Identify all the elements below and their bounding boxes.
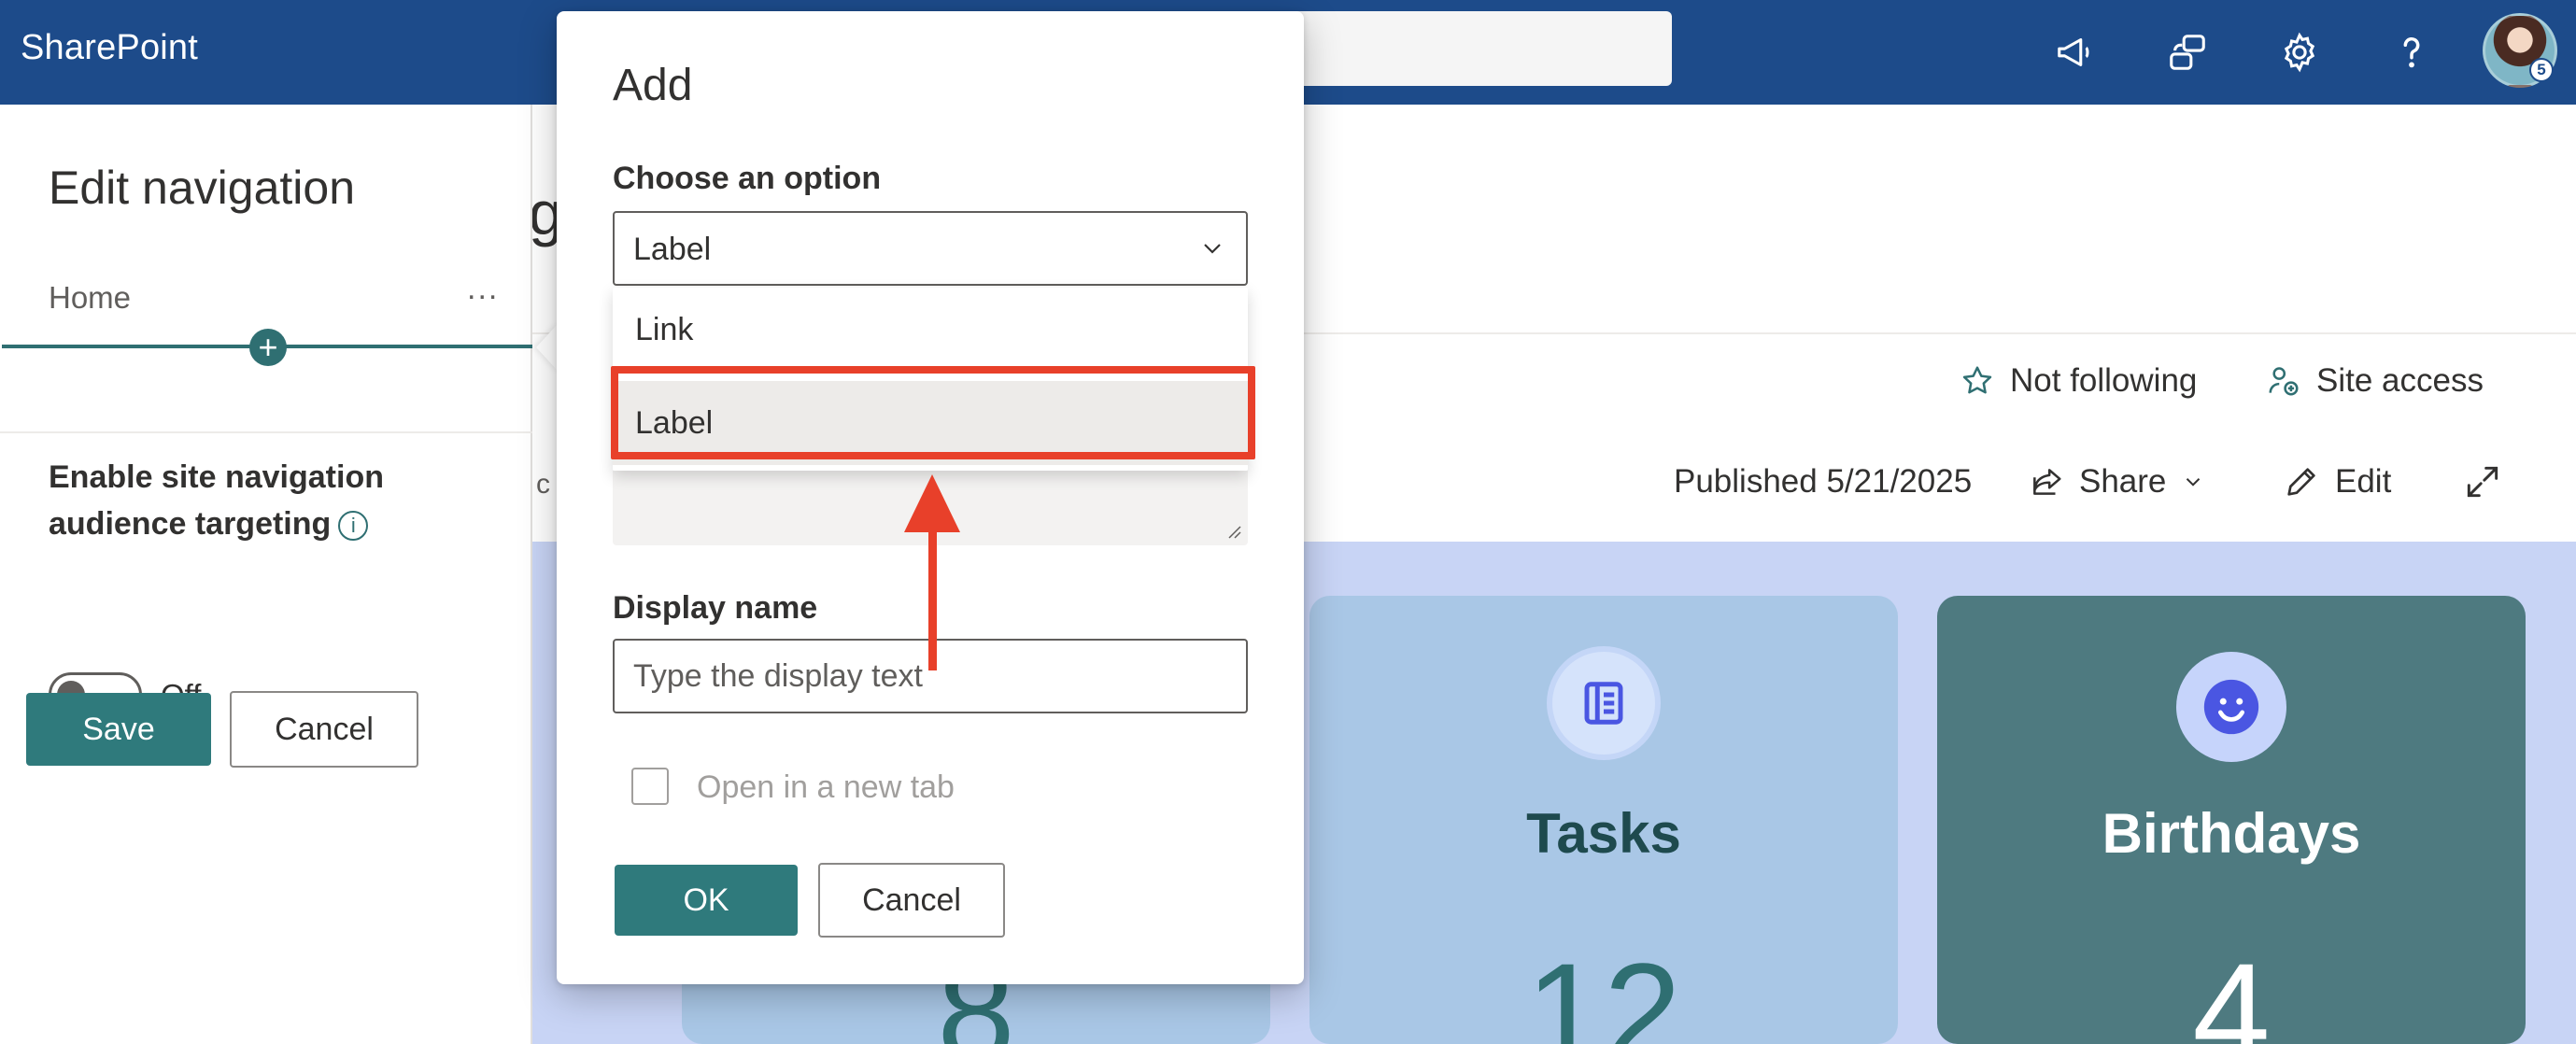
help-icon[interactable] — [2378, 19, 2445, 86]
star-icon — [1962, 366, 1992, 394]
panel-title: Edit navigation — [49, 162, 356, 214]
divider — [0, 431, 532, 433]
nav-item-home[interactable]: Home — [49, 280, 131, 316]
tile-number: 4 — [2192, 934, 2271, 1044]
display-name-label: Display name — [613, 590, 818, 626]
add-nav-item-button[interactable]: + — [249, 329, 287, 366]
truncated-text: c — [536, 469, 550, 500]
pencil-icon — [2287, 468, 2315, 496]
more-options-icon[interactable]: ... — [467, 271, 499, 307]
chat-feedback-icon[interactable] — [2154, 19, 2221, 86]
tile-tasks[interactable]: Tasks 12 — [1309, 596, 1898, 1044]
tile-title: Birthdays — [2102, 802, 2361, 865]
highlight-box — [611, 366, 1255, 459]
checklist-icon — [1552, 652, 1655, 755]
expand-icon[interactable] — [2462, 461, 2503, 502]
share-button[interactable]: Share — [2029, 463, 2205, 501]
annotation-arrow-icon — [904, 474, 960, 670]
chevron-down-icon — [1204, 244, 1221, 254]
published-label: Published 5/21/2025 — [1674, 463, 1973, 500]
share-icon — [2033, 469, 2061, 495]
dialog-beak — [536, 323, 559, 372]
follow-label: Not following — [2010, 362, 2198, 399]
megaphone-icon[interactable] — [2042, 19, 2109, 86]
smiley-icon — [2176, 652, 2286, 762]
open-new-tab-label: Open in a new tab — [697, 769, 955, 805]
dialog-cancel-button[interactable]: Cancel — [818, 863, 1005, 938]
option-link[interactable]: Link — [613, 288, 1248, 372]
audience-targeting-text: Enable site navigation audience targetin… — [49, 459, 384, 542]
dialog-title: Add — [613, 61, 693, 110]
gear-icon[interactable] — [2266, 19, 2333, 86]
option-select[interactable]: Label — [613, 211, 1248, 286]
edit-navigation-panel: Edit navigation Home ... + Enable site n… — [0, 105, 532, 1044]
app-brand-link[interactable]: SharePoint — [21, 28, 198, 68]
people-add-icon — [2269, 367, 2299, 396]
selected-option: Label — [633, 232, 712, 267]
site-access-button[interactable]: Site access — [2266, 362, 2484, 400]
cancel-button[interactable]: Cancel — [230, 691, 418, 768]
chevron-down-icon — [2187, 478, 2201, 487]
search-box[interactable] — [1252, 11, 1672, 86]
edit-page-button[interactable]: Edit — [2283, 463, 2391, 501]
tile-title: Tasks — [1526, 802, 1681, 865]
open-new-tab-checkbox[interactable] — [631, 768, 669, 805]
tile-birthdays[interactable]: Birthdays 4 — [1937, 596, 2526, 1044]
published-status: Published 5/21/2025 — [1674, 463, 1972, 501]
save-button[interactable]: Save — [26, 693, 211, 766]
choose-option-label: Choose an option — [613, 161, 882, 196]
site-access-label: Site access — [2316, 362, 2484, 399]
share-label: Share — [2079, 463, 2167, 500]
audience-targeting-label: Enable site navigation audience targetin… — [49, 454, 441, 547]
tile-number: 12 — [1525, 934, 1682, 1044]
info-icon[interactable]: i — [338, 511, 369, 542]
edit-label: Edit — [2335, 463, 2392, 500]
resize-grip-icon — [1228, 526, 1241, 539]
notification-badge: 5 — [2529, 58, 2554, 82]
follow-button[interactable]: Not following — [1960, 362, 2197, 400]
ok-button[interactable]: OK — [615, 865, 798, 936]
